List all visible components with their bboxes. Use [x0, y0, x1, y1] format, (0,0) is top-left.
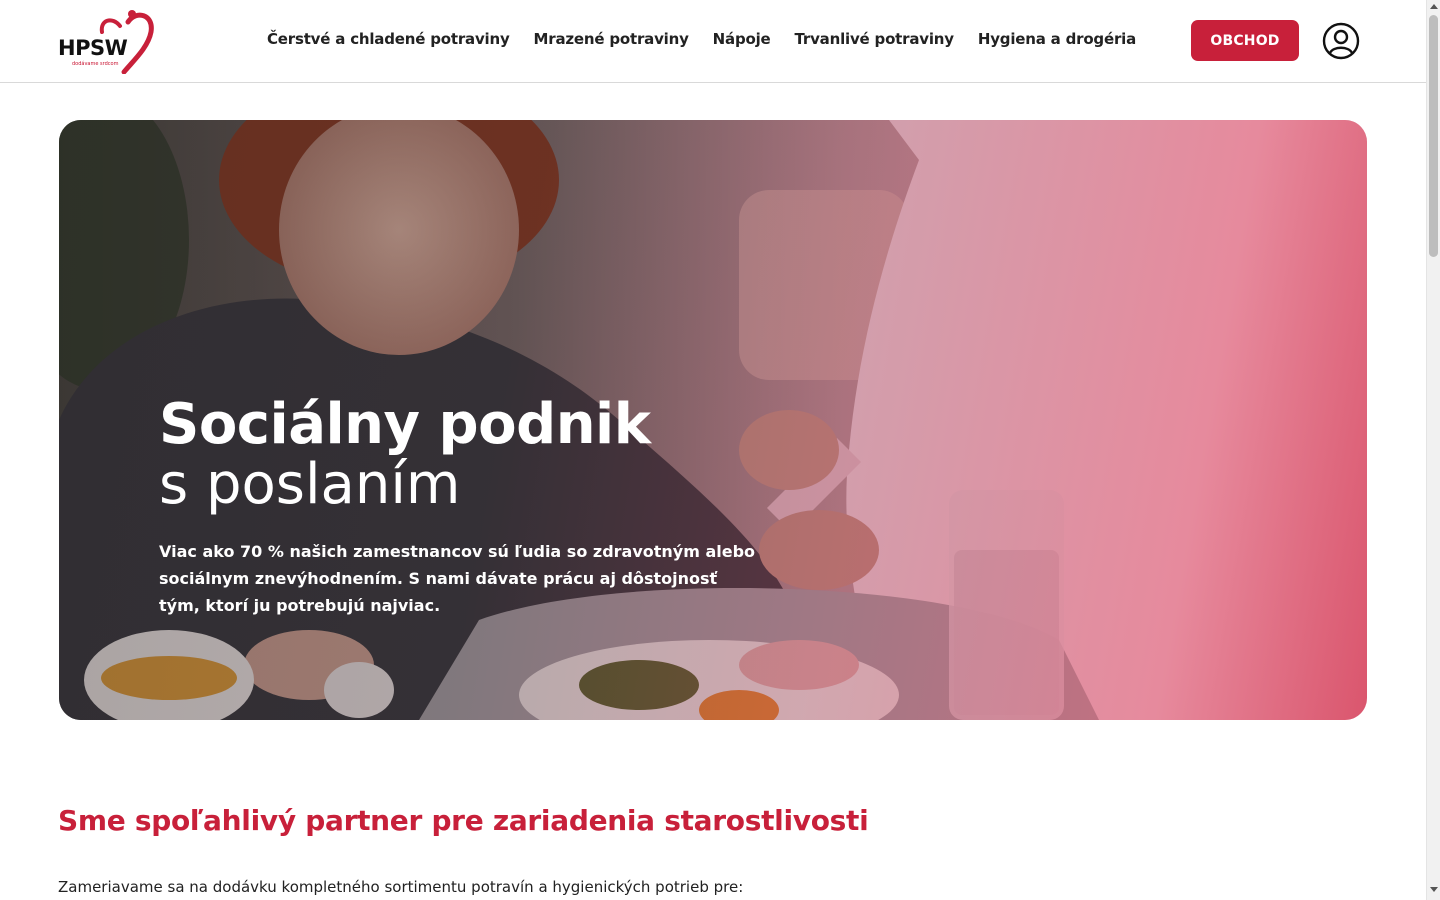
nav-item-frozen-food[interactable]: Mrazené potraviny — [534, 30, 689, 48]
user-circle-icon — [1322, 22, 1360, 60]
scroll-down-arrow-icon[interactable] — [1430, 887, 1438, 892]
logo-tagline: dodávame srdcom — [72, 61, 119, 67]
nav-item-fresh-food[interactable]: Čerstvé a chladené potraviny — [267, 30, 510, 48]
nav-item-hygiene[interactable]: Hygiena a drogéria — [978, 30, 1136, 48]
hero-subtitle: s poslaním — [159, 452, 461, 517]
scrollbar-thumb[interactable] — [1429, 15, 1438, 257]
section-intro: Zameriavame sa na dodávku kompletného so… — [58, 878, 744, 896]
nav-item-long-life-food[interactable]: Trvanlivé potraviny — [795, 30, 955, 48]
page-scrollbar[interactable] — [1426, 0, 1440, 900]
user-account-button[interactable] — [1322, 22, 1360, 60]
hero-description: Viac ako 70 % našich zamestnancov sú ľud… — [159, 542, 756, 615]
site-header: HPSW dodávame srdcom Čerstvé a chladené … — [0, 0, 1426, 83]
logo-text: HPSW — [58, 36, 128, 60]
scroll-up-arrow-icon[interactable] — [1430, 4, 1438, 9]
nav-item-drinks[interactable]: Nápoje — [713, 30, 771, 48]
hero-banner: Sociálny podnik s poslaním Viac ako 70 %… — [59, 120, 1367, 720]
shop-button[interactable]: OBCHOD — [1191, 20, 1299, 61]
section-title: Sme spoľahlivý partner pre zariadenia st… — [58, 804, 869, 837]
main-nav: Čerstvé a chladené potraviny Mrazené pot… — [267, 30, 1160, 48]
hero-title: Sociálny podnik — [159, 392, 651, 457]
logo[interactable]: HPSW dodávame srdcom — [58, 8, 154, 74]
